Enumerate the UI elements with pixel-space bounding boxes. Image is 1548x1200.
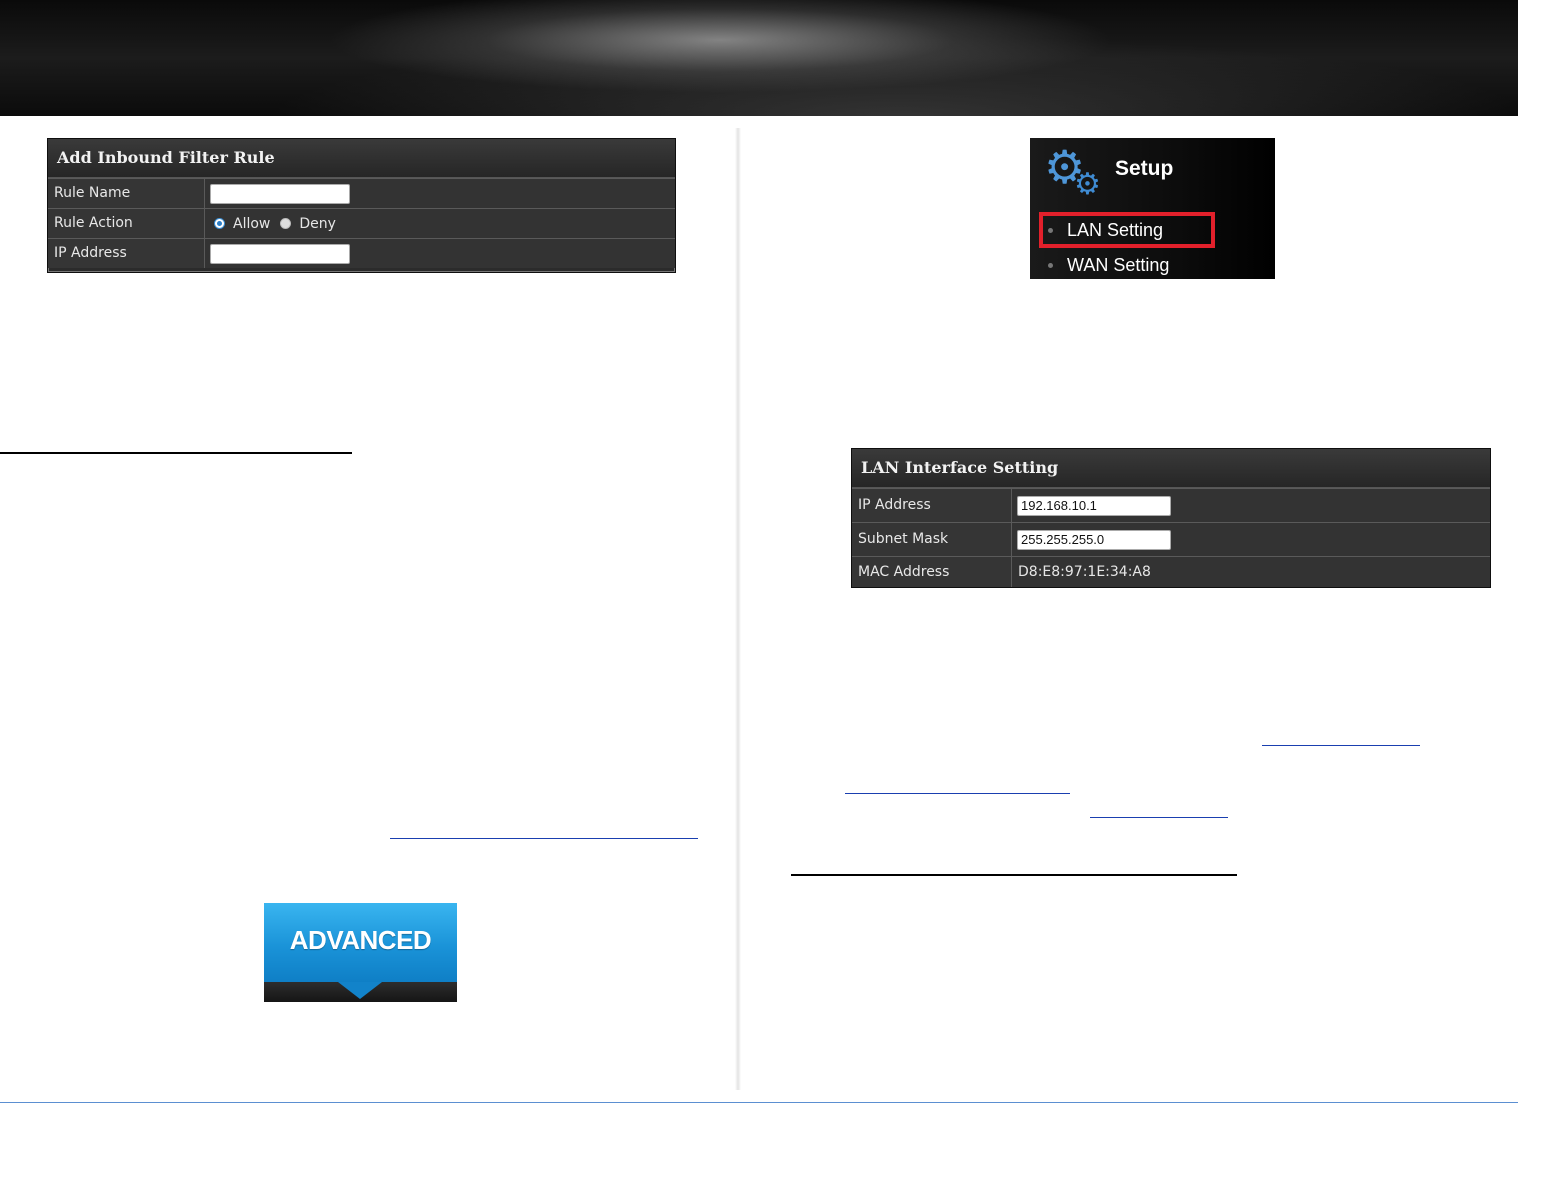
rule-name-label: Rule Name: [48, 179, 205, 208]
page-header-banner: [0, 0, 1518, 116]
panel-title: LAN Interface Setting: [852, 449, 1490, 488]
mac-address-value: D8:E8:97:1E:34:A8: [1018, 564, 1151, 580]
deny-radio[interactable]: [280, 218, 292, 229]
section-heading-underline: [791, 874, 1237, 876]
advanced-tab-label: ADVANCED: [289, 925, 432, 955]
setup-menu: ⚙ ⚙ Setup LAN Setting WAN Setting: [1030, 138, 1275, 279]
ip-address-label: IP Address: [48, 239, 205, 268]
hyperlink-underline[interactable]: [845, 793, 1070, 794]
allow-label: Allow: [233, 215, 271, 232]
tab-pointer-icon: [338, 982, 382, 999]
ip-address-input[interactable]: [210, 243, 350, 264]
rule-name-row: Rule Name: [48, 178, 675, 208]
menu-item-wan-setting[interactable]: WAN Setting: [1048, 255, 1169, 276]
hyperlink-underline[interactable]: [390, 838, 698, 839]
lan-interface-panel: LAN Interface Setting IP Address 192.168…: [851, 448, 1491, 588]
deny-label: Deny: [299, 215, 336, 232]
bullet-icon: [1048, 263, 1053, 268]
rule-action-row: Rule Action Allow Deny: [48, 208, 675, 238]
lan-ip-label: IP Address: [852, 489, 1012, 522]
section-heading-underline: [0, 452, 352, 454]
advanced-tab[interactable]: ADVANCED: [264, 903, 457, 1002]
lan-ip-row: IP Address 192.168.10.1: [852, 488, 1490, 522]
lan-setting-highlight: [1039, 212, 1215, 248]
panel-title: Add Inbound Filter Rule: [48, 139, 675, 178]
mac-address-row: MAC Address D8:E8:97:1E:34:A8: [852, 556, 1490, 587]
subnet-mask-input[interactable]: 255.255.255.0: [1017, 529, 1171, 550]
gear-small-icon: ⚙: [1074, 168, 1101, 201]
lan-ip-input[interactable]: 192.168.10.1: [1017, 495, 1171, 516]
rule-name-input[interactable]: [210, 183, 350, 204]
column-divider: [735, 128, 741, 1090]
menu-item-label: WAN Setting: [1067, 255, 1170, 275]
footer-divider: [0, 1102, 1518, 1103]
setup-menu-title: Setup: [1115, 157, 1174, 180]
allow-radio[interactable]: [214, 218, 225, 229]
ip-address-row: IP Address: [48, 238, 675, 268]
hyperlink-underline[interactable]: [1262, 745, 1420, 746]
hyperlink-underline[interactable]: [1090, 817, 1228, 818]
mac-address-label: MAC Address: [852, 557, 1012, 587]
subnet-mask-row: Subnet Mask 255.255.255.0: [852, 522, 1490, 556]
subnet-mask-label: Subnet Mask: [852, 523, 1012, 556]
add-inbound-filter-panel: Add Inbound Filter Rule Rule Name Rule A…: [47, 138, 676, 273]
rule-action-label: Rule Action: [48, 209, 205, 238]
